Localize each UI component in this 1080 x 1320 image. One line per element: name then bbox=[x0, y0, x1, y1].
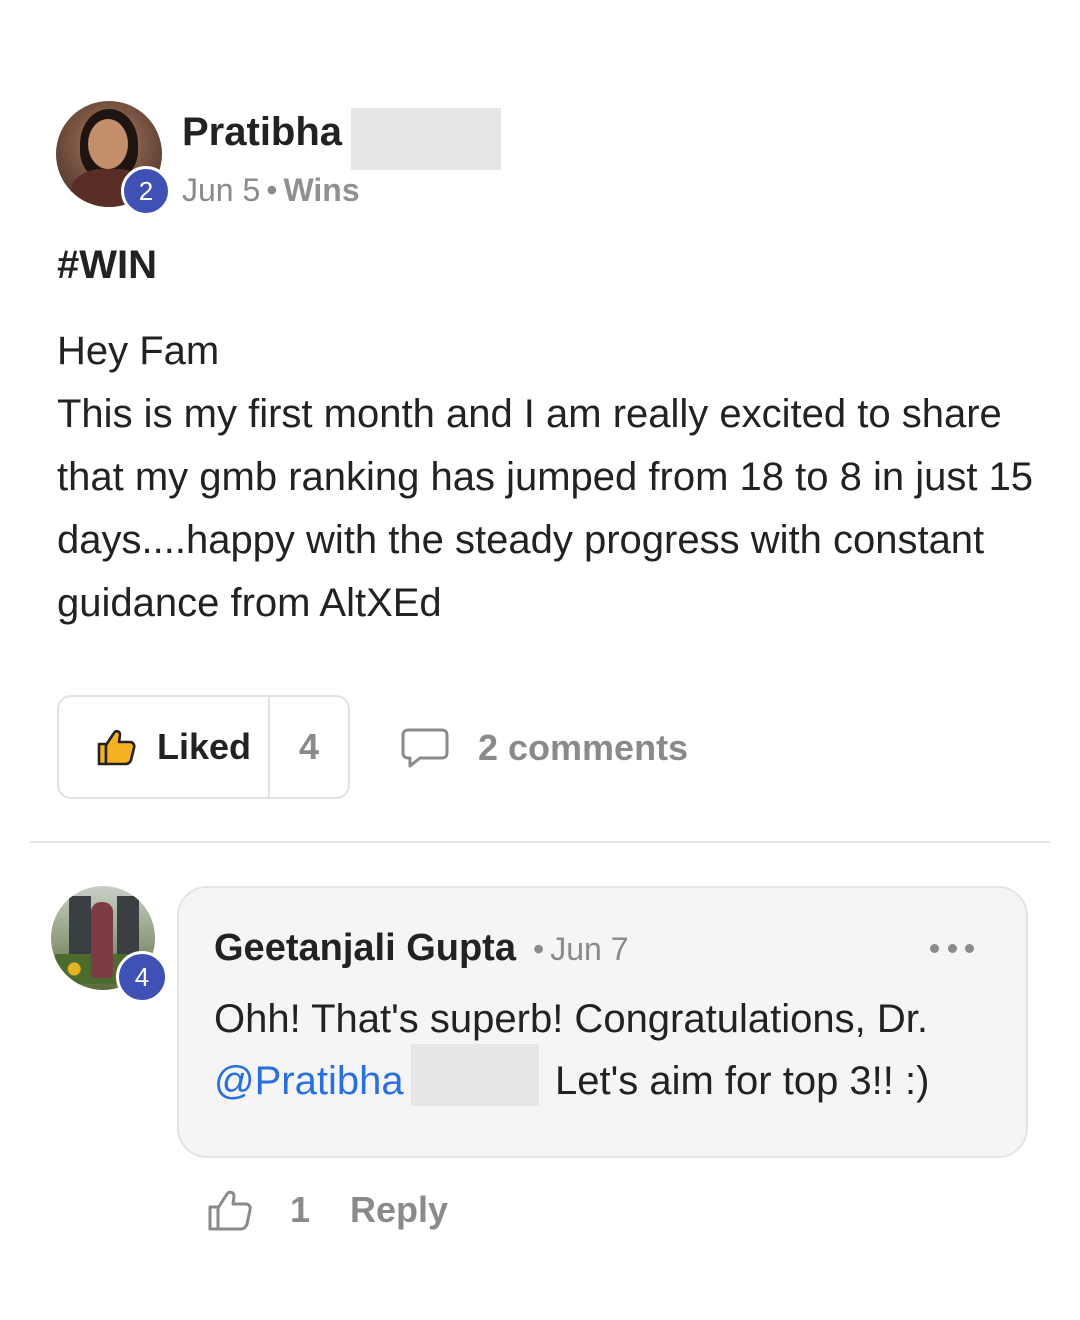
like-count[interactable]: 4 bbox=[270, 697, 348, 797]
post-page: 2 Pratibha Jun 5 • Wins #WIN Hey Fam This … bbox=[0, 0, 1080, 1320]
avatar-face bbox=[88, 119, 128, 169]
meta-separator: • bbox=[533, 931, 545, 967]
user-mention-link[interactable]: @Pratibha bbox=[214, 1056, 404, 1106]
post-author-name[interactable]: Pratibha bbox=[182, 108, 342, 156]
like-label: Liked bbox=[157, 726, 252, 767]
post-author-level-badge: 2 bbox=[121, 166, 171, 216]
post-body-line: Hey Fam bbox=[57, 329, 220, 373]
avatar-background bbox=[117, 896, 139, 956]
meta-separator: • bbox=[266, 172, 278, 208]
comment-text: Ohh! That's superb! Congratulations, Dr. bbox=[214, 997, 928, 1041]
post-date: Jun 5 bbox=[182, 172, 261, 208]
dot bbox=[965, 943, 974, 953]
post-body-line: This is my first month and I am really e… bbox=[57, 392, 1034, 625]
like-control: Liked 4 bbox=[57, 695, 350, 799]
thumbs-up-filled-icon bbox=[97, 729, 136, 766]
more-horizontal-icon[interactable] bbox=[930, 934, 974, 962]
section-divider bbox=[30, 841, 1050, 843]
comment-author-level-badge: 4 bbox=[116, 951, 168, 1003]
avatar-background bbox=[69, 896, 91, 956]
comment-meta: • Jun 7 bbox=[533, 928, 628, 970]
comment-like-count: 1 bbox=[290, 1189, 311, 1230]
like-button[interactable]: Liked bbox=[59, 697, 270, 797]
speech-bubble-icon bbox=[401, 728, 449, 768]
post-title: #WIN bbox=[57, 243, 157, 287]
dot bbox=[930, 943, 939, 953]
comment-like-button[interactable] bbox=[206, 1186, 254, 1234]
redacted-surname bbox=[411, 1044, 539, 1106]
thumbs-up-outline-icon bbox=[208, 1190, 252, 1231]
comment-date: Jun 7 bbox=[550, 931, 629, 967]
reply-button[interactable]: Reply bbox=[350, 1188, 448, 1232]
redacted-surname bbox=[351, 108, 501, 170]
dot bbox=[947, 943, 957, 953]
post-meta: Jun 5 • Wins bbox=[182, 170, 360, 210]
comment-author-name[interactable]: Geetanjali Gupta bbox=[214, 924, 516, 972]
post-category[interactable]: Wins bbox=[283, 172, 359, 208]
avatar-person bbox=[91, 902, 113, 978]
post-body: Hey Fam This is my first month and I am … bbox=[57, 320, 1047, 635]
comments-button[interactable]: 2 comments bbox=[400, 720, 688, 776]
comment-text: Let's aim for top 3!! :) bbox=[555, 1059, 930, 1103]
comments-count-label: 2 comments bbox=[478, 727, 689, 768]
